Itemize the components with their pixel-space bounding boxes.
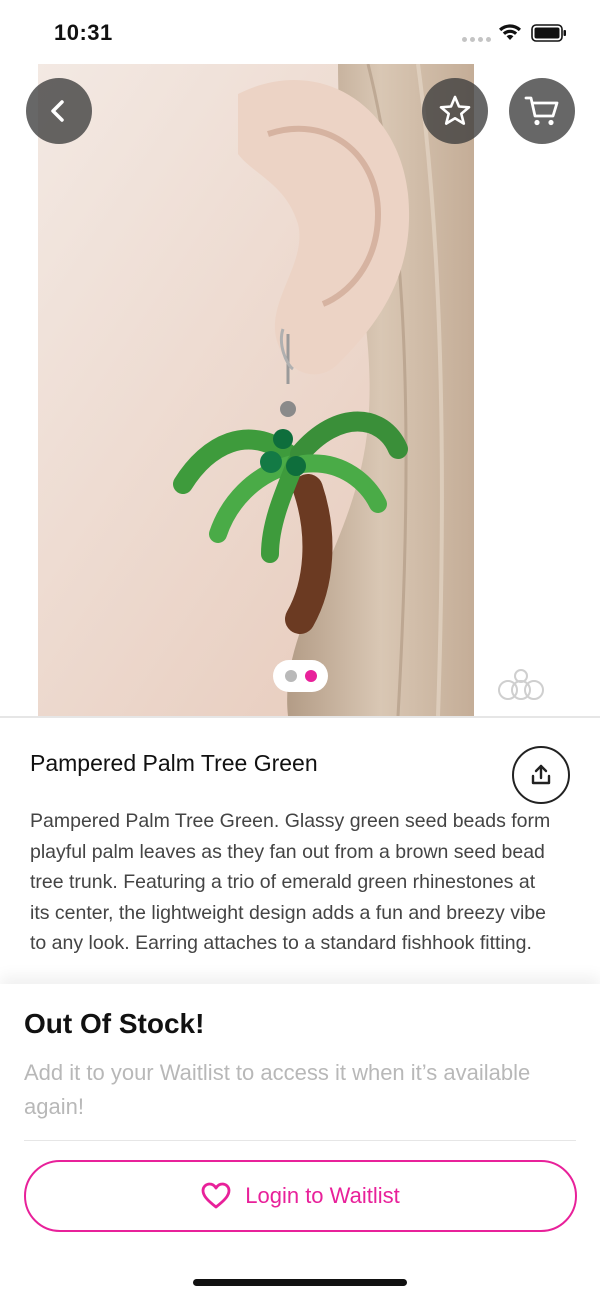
- favorite-button[interactable]: [422, 78, 488, 144]
- login-to-waitlist-button[interactable]: Login to Waitlist: [24, 1160, 577, 1232]
- wifi-icon: [499, 24, 521, 40]
- chevron-left-icon: [51, 100, 64, 122]
- battery-icon: [531, 24, 566, 42]
- brand-watermark-icon: [498, 669, 544, 700]
- divider: [0, 716, 600, 718]
- earring-photo: [38, 64, 474, 716]
- status-bar: 10:31: [0, 0, 600, 64]
- divider: [24, 1140, 576, 1141]
- carousel-dot-active[interactable]: [304, 670, 317, 682]
- cart-icon: [524, 96, 559, 126]
- cart-button[interactable]: [509, 78, 575, 144]
- share-button[interactable]: [512, 746, 570, 804]
- image-background-right: [474, 64, 600, 716]
- cellular-signal-icon: [462, 37, 491, 42]
- home-indicator[interactable]: [193, 1279, 407, 1286]
- waitlist-button-label: Login to Waitlist: [245, 1183, 400, 1208]
- product-description: Pampered Palm Tree Green. Glassy green s…: [30, 810, 551, 955]
- back-button[interactable]: [26, 78, 92, 144]
- share-icon: [531, 764, 551, 785]
- product-image[interactable]: [38, 64, 474, 716]
- out-of-stock-title: Out Of Stock!: [24, 1008, 205, 1039]
- star-icon: [439, 95, 471, 125]
- status-time: 10:31: [54, 20, 113, 45]
- out-of-stock-message: Add it to your Waitlist to access it whe…: [24, 1060, 531, 1119]
- carousel-dot[interactable]: [284, 670, 297, 682]
- heart-icon: [201, 1182, 231, 1209]
- product-title: Pampered Palm Tree Green: [30, 750, 318, 776]
- carousel-indicator[interactable]: [273, 660, 328, 692]
